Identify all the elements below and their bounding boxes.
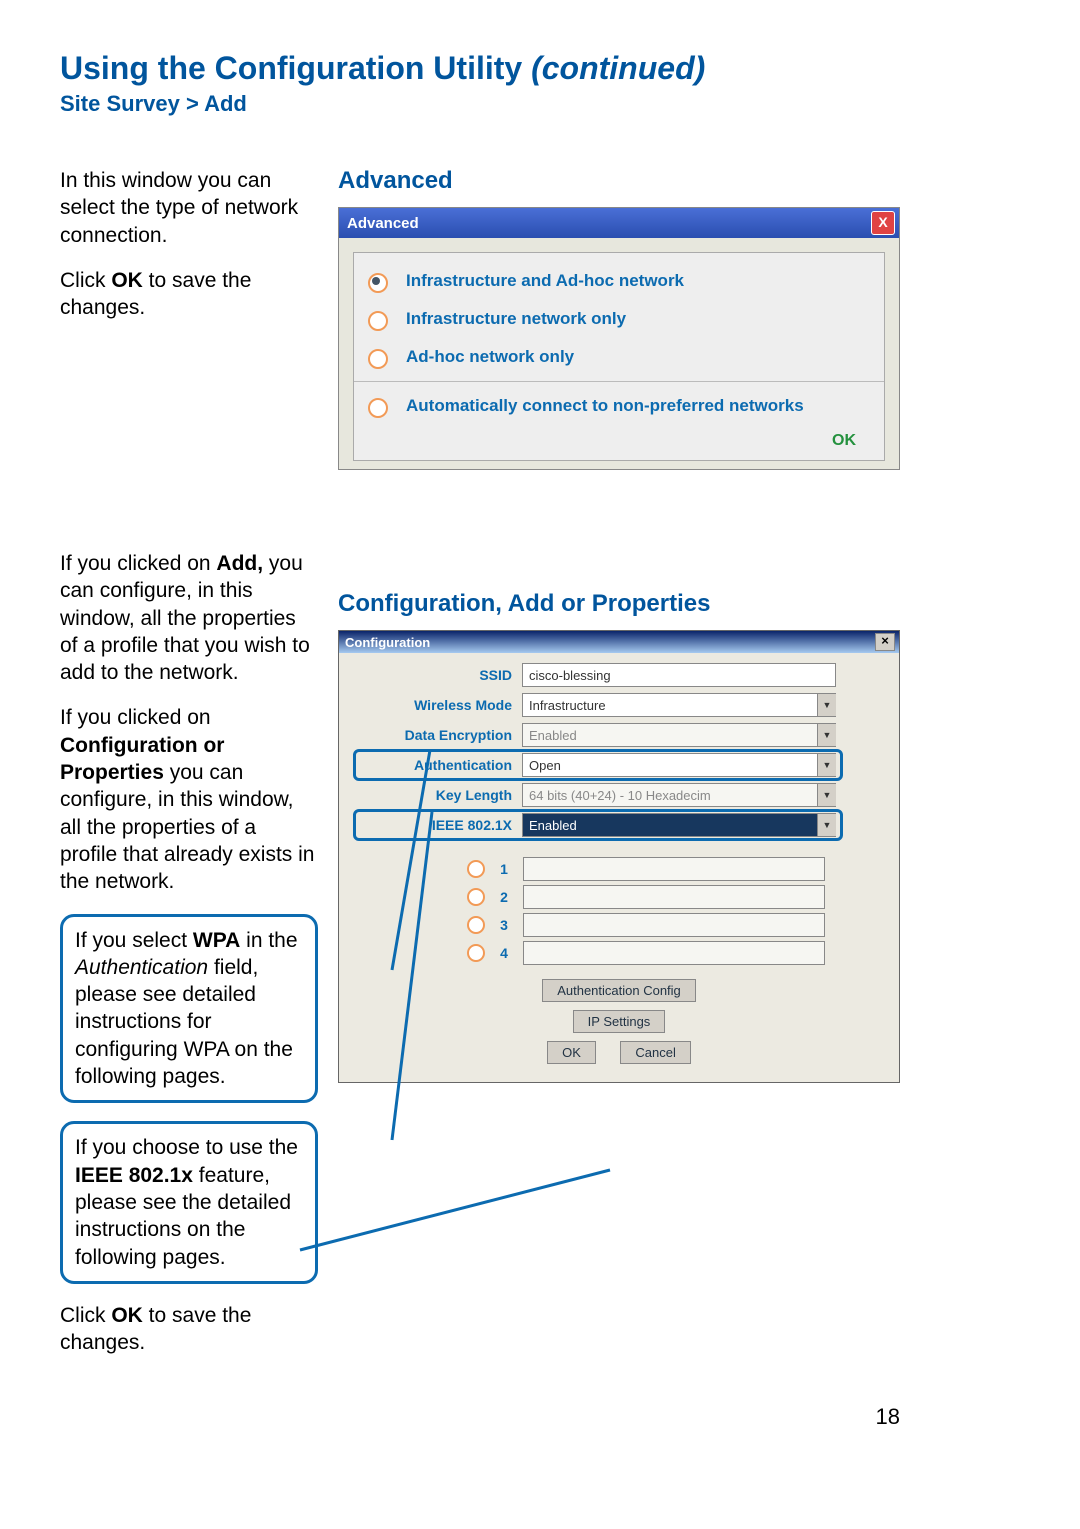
- advanced-options-box: Infrastructure and Ad-hoc network Infras…: [353, 252, 885, 461]
- config-heading: Configuration, Add or Properties: [338, 590, 900, 618]
- chevron-down-icon[interactable]: ▼: [817, 724, 836, 746]
- config-props-desc: If you clicked on Configuration or Prope…: [60, 704, 318, 895]
- option-infra-only[interactable]: Infrastructure network only: [368, 301, 870, 339]
- page-title: Using the Configuration Utility (continu…: [60, 50, 900, 87]
- ieee-callout: If you choose to use the IEEE 802.1x fea…: [60, 1121, 318, 1283]
- radio-icon[interactable]: [467, 916, 485, 934]
- row-authentication: Authentication Open▼: [357, 753, 881, 777]
- ok-button[interactable]: OK: [832, 432, 870, 449]
- cancel-button[interactable]: Cancel: [620, 1041, 690, 1064]
- row-ieee8021x: IEEE 802.1X Enabled▼: [357, 813, 881, 837]
- option-auto-connect[interactable]: Automatically connect to non-preferred n…: [368, 388, 870, 426]
- config-window-title: Configuration: [345, 635, 430, 650]
- breadcrumb: Site Survey > Add: [60, 91, 900, 117]
- advanced-window: Advanced X Infrastructure and Ad-hoc net…: [338, 207, 900, 470]
- divider: [354, 381, 884, 382]
- section1-text: In this window you can select the type o…: [60, 167, 318, 339]
- ssid-input[interactable]: cisco-blessing: [522, 663, 836, 687]
- auth-label: Authentication: [357, 757, 522, 773]
- close-icon[interactable]: X: [871, 211, 895, 235]
- enc-label: Data Encryption: [357, 727, 522, 743]
- radio-icon[interactable]: [368, 311, 388, 331]
- config-add-desc: If you clicked on Add, you can configure…: [60, 550, 318, 686]
- chevron-down-icon[interactable]: ▼: [817, 814, 836, 836]
- section2-text: If you clicked on Add, you can configure…: [60, 550, 318, 1374]
- key-field-4[interactable]: [523, 941, 825, 965]
- key-field-3[interactable]: [523, 913, 825, 937]
- advanced-titlebar: Advanced X: [339, 208, 899, 238]
- radio-icon[interactable]: [467, 860, 485, 878]
- key-row-1[interactable]: 1: [467, 857, 881, 881]
- ieee-label: IEEE 802.1X: [357, 817, 522, 833]
- ip-settings-button[interactable]: IP Settings: [573, 1010, 666, 1033]
- ok-button[interactable]: OK: [547, 1041, 596, 1064]
- key-field-1[interactable]: [523, 857, 825, 881]
- chevron-down-icon[interactable]: ▼: [817, 694, 836, 716]
- chevron-down-icon[interactable]: ▼: [817, 784, 836, 806]
- radio-icon[interactable]: [368, 349, 388, 369]
- auth-config-button[interactable]: Authentication Config: [542, 979, 696, 1002]
- row-wireless-mode: Wireless Mode Infrastructure▼: [357, 693, 881, 717]
- row-key-length: Key Length 64 bits (40+24) - 10 Hexadeci…: [357, 783, 881, 807]
- key-row-3[interactable]: 3: [467, 913, 881, 937]
- advanced-save-note: Click OK to save the changes.: [60, 267, 318, 322]
- option-adhoc-only[interactable]: Ad-hoc network only: [368, 339, 870, 377]
- page-number: 18: [60, 1404, 900, 1430]
- radio-icon[interactable]: [467, 944, 485, 962]
- key-row-4[interactable]: 4: [467, 941, 881, 965]
- chevron-down-icon[interactable]: ▼: [817, 754, 836, 776]
- wpa-callout: If you select WPA in the Authentication …: [60, 914, 318, 1104]
- row-ssid: SSID cisco-blessing: [357, 663, 881, 687]
- radio-icon[interactable]: [368, 273, 388, 293]
- advanced-window-title: Advanced: [347, 215, 419, 232]
- configuration-window: Configuration × SSID cisco-blessing Wire…: [338, 630, 900, 1083]
- keylen-select[interactable]: 64 bits (40+24) - 10 Hexadecim▼: [522, 783, 836, 807]
- mode-label: Wireless Mode: [357, 697, 522, 713]
- key-row-2[interactable]: 2: [467, 885, 881, 909]
- auth-select[interactable]: Open▼: [522, 753, 836, 777]
- mode-select[interactable]: Infrastructure▼: [522, 693, 836, 717]
- ieee-select[interactable]: Enabled▼: [522, 813, 836, 837]
- radio-icon[interactable]: [467, 888, 485, 906]
- enc-select[interactable]: Enabled▼: [522, 723, 836, 747]
- config-titlebar: Configuration ×: [339, 631, 899, 653]
- keylen-label: Key Length: [357, 787, 522, 803]
- close-icon[interactable]: ×: [875, 633, 895, 651]
- ssid-label: SSID: [357, 667, 522, 683]
- radio-icon[interactable]: [368, 398, 388, 418]
- row-data-encryption: Data Encryption Enabled▼: [357, 723, 881, 747]
- title-continued: (continued): [531, 50, 705, 86]
- key-field-2[interactable]: [523, 885, 825, 909]
- advanced-heading: Advanced: [338, 167, 900, 195]
- title-main: Using the Configuration Utility: [60, 50, 531, 86]
- option-infra-adhoc[interactable]: Infrastructure and Ad-hoc network: [368, 263, 870, 301]
- config-save-note: Click OK to save the changes.: [60, 1302, 318, 1357]
- advanced-desc: In this window you can select the type o…: [60, 167, 318, 249]
